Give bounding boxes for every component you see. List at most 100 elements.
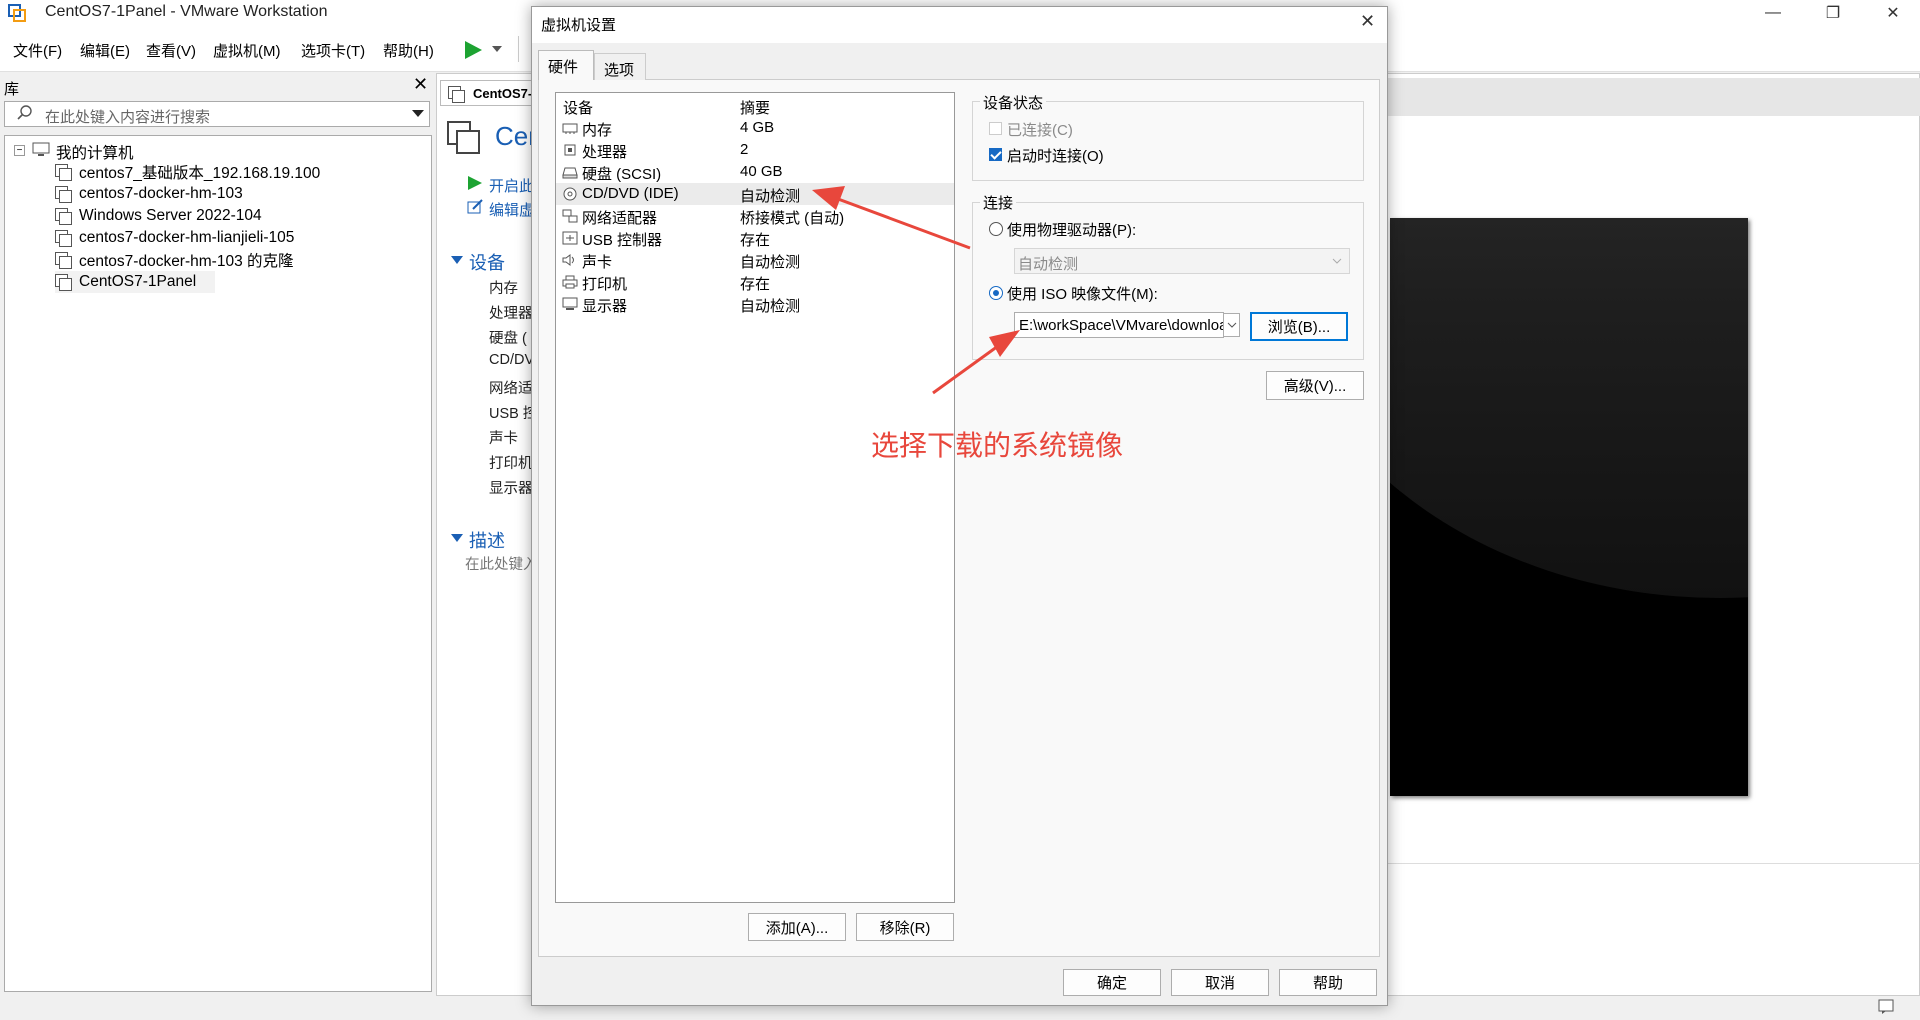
- vm-icon: [55, 186, 72, 203]
- device-column-header: 设备: [563, 100, 594, 117]
- vm-device-item[interactable]: 打印机: [489, 452, 533, 473]
- device-row[interactable]: 处理器 2: [556, 139, 954, 161]
- vm-device-item[interactable]: CD/DV: [489, 352, 534, 368]
- menu-tabs[interactable]: 选项卡(T): [301, 40, 365, 61]
- vm-device-item[interactable]: 显示器: [489, 477, 533, 498]
- edit-settings-icon: [467, 199, 483, 214]
- cancel-button[interactable]: 取消: [1171, 969, 1269, 996]
- physical-drive-label: 使用物理驱动器(P):: [1007, 222, 1137, 239]
- chevron-down-icon: [1332, 258, 1342, 264]
- device-row[interactable]: 显示器 自动检测: [556, 293, 954, 315]
- close-window-icon[interactable]: ✕: [1870, 0, 1916, 26]
- iso-path-input[interactable]: E:\workSpace\VMvare\downloa: [1014, 312, 1224, 338]
- printer-icon: [562, 275, 578, 289]
- network-icon: [562, 209, 578, 223]
- window-title: CentOS7-1Panel - VMware Workstation: [45, 3, 328, 20]
- menu-view[interactable]: 查看(V): [146, 40, 196, 61]
- vm-screen-preview[interactable]: [1390, 218, 1748, 796]
- device-summary: 存在: [740, 232, 771, 249]
- description-placeholder[interactable]: 在此处键入: [465, 553, 538, 574]
- tree-root-my-computer[interactable]: 我的计算机: [56, 141, 134, 163]
- sound-icon: [562, 254, 574, 266]
- browse-button[interactable]: 浏览(B)...: [1250, 312, 1348, 341]
- menu-file[interactable]: 文件(F): [13, 40, 62, 61]
- vm-device-item[interactable]: 声卡: [489, 427, 518, 448]
- device-name: 显示器: [582, 298, 628, 315]
- tree-vm-label: centos7_基础版本_192.168.19.100: [79, 165, 321, 182]
- tree-vm-label: CentOS7-1Panel: [79, 273, 197, 290]
- remove-device-button[interactable]: 移除(R): [856, 913, 954, 941]
- vm-device-item[interactable]: 处理器: [489, 302, 533, 323]
- collapse-icon[interactable]: −: [14, 145, 25, 156]
- device-row[interactable]: 硬盘 (SCSI) 40 GB: [556, 161, 954, 183]
- advanced-button[interactable]: 高级(V)...: [1266, 371, 1364, 400]
- tree-vm-item[interactable]: centos7-docker-hm-103 的克隆: [55, 249, 475, 271]
- vm-icon: [55, 274, 72, 291]
- dialog-title-bar: [532, 7, 1387, 43]
- physical-drive-radio[interactable]: [989, 222, 1003, 236]
- library-close-icon[interactable]: ✕: [413, 74, 428, 95]
- device-row[interactable]: USB 控制器 存在: [556, 227, 954, 249]
- device-row[interactable]: 打印机 存在: [556, 271, 954, 293]
- restore-icon[interactable]: ❐: [1810, 0, 1856, 26]
- device-summary: 自动检测: [740, 254, 801, 271]
- dialog-title: 虚拟机设置: [541, 17, 617, 34]
- device-row[interactable]: 内存 4 GB: [556, 117, 954, 139]
- physical-drive-select[interactable]: 自动检测: [1014, 248, 1350, 274]
- dialog-close-icon[interactable]: ✕: [1360, 11, 1375, 32]
- tree-vm-item-selected[interactable]: CentOS7-1Panel: [55, 271, 215, 293]
- toolbar-separator: [518, 36, 519, 62]
- section-collapse-icon[interactable]: [451, 255, 463, 265]
- vm-large-icon: [447, 121, 480, 154]
- tree-vm-item[interactable]: centos7-docker-hm-lianjieli-105: [55, 227, 475, 249]
- section-collapse-icon[interactable]: [451, 533, 463, 543]
- ok-button[interactable]: 确定: [1063, 969, 1161, 996]
- power-on-link[interactable]: 开启此: [489, 175, 534, 196]
- tree-vm-label: centos7-docker-hm-lianjieli-105: [79, 229, 295, 246]
- device-name: 打印机: [582, 276, 628, 293]
- device-summary: 4 GB: [740, 119, 775, 136]
- tab-hardware[interactable]: 硬件: [538, 50, 594, 80]
- tab-options[interactable]: 选项: [594, 53, 646, 80]
- device-name: 硬盘 (SCSI): [582, 166, 662, 183]
- tree-vm-label: centos7-docker-hm-103: [79, 185, 243, 202]
- chevron-down-icon[interactable]: [492, 46, 502, 54]
- vm-icon: [55, 164, 72, 181]
- device-status-group: [972, 101, 1364, 181]
- tree-vm-item[interactable]: centos7_基础版本_192.168.19.100: [55, 161, 475, 183]
- library-title: 库: [4, 81, 20, 98]
- divider: [1388, 863, 1920, 864]
- connected-checkbox[interactable]: [989, 122, 1002, 135]
- edit-settings-link[interactable]: 编辑虚: [489, 199, 534, 220]
- search-dropdown-icon[interactable]: [412, 110, 424, 117]
- menu-vm[interactable]: 虚拟机(M): [213, 40, 281, 61]
- device-row-selected[interactable]: CD/DVD (IDE) 自动检测: [556, 183, 954, 205]
- device-row[interactable]: 声卡 自动检测: [556, 249, 954, 271]
- display-icon: [562, 297, 578, 310]
- power-on-icon[interactable]: [463, 40, 483, 60]
- vm-icon: [55, 230, 72, 247]
- message-icon[interactable]: [1878, 999, 1896, 1015]
- device-name: 内存: [582, 122, 613, 139]
- device-name: 声卡: [582, 254, 613, 271]
- iso-image-radio[interactable]: [989, 286, 1003, 300]
- minimize-icon[interactable]: —: [1750, 0, 1796, 26]
- device-summary: 自动检测: [740, 188, 801, 205]
- device-name: 处理器: [582, 144, 628, 161]
- menu-help[interactable]: 帮助(H): [383, 40, 434, 61]
- device-row[interactable]: 网络适配器 桥接模式 (自动): [556, 205, 954, 227]
- vm-device-item[interactable]: 硬盘 (: [489, 327, 527, 348]
- help-button[interactable]: 帮助: [1279, 969, 1377, 996]
- device-summary: 桥接模式 (自动): [740, 210, 845, 227]
- tree-vm-item[interactable]: Windows Server 2022-104: [55, 205, 475, 227]
- memory-icon: [562, 123, 578, 134]
- menu-edit[interactable]: 编辑(E): [80, 40, 130, 61]
- vm-device-item[interactable]: 内存: [489, 277, 518, 298]
- add-device-button[interactable]: 添加(A)...: [748, 913, 846, 941]
- vm-icon: [55, 252, 72, 269]
- connect-at-power-on-checkbox[interactable]: [989, 148, 1002, 161]
- device-name: USB 控制器: [582, 232, 663, 249]
- vm-device-item[interactable]: 网络适: [489, 377, 533, 398]
- tree-vm-item[interactable]: centos7-docker-hm-103: [55, 183, 475, 205]
- vm-header-strip: [1388, 78, 1920, 116]
